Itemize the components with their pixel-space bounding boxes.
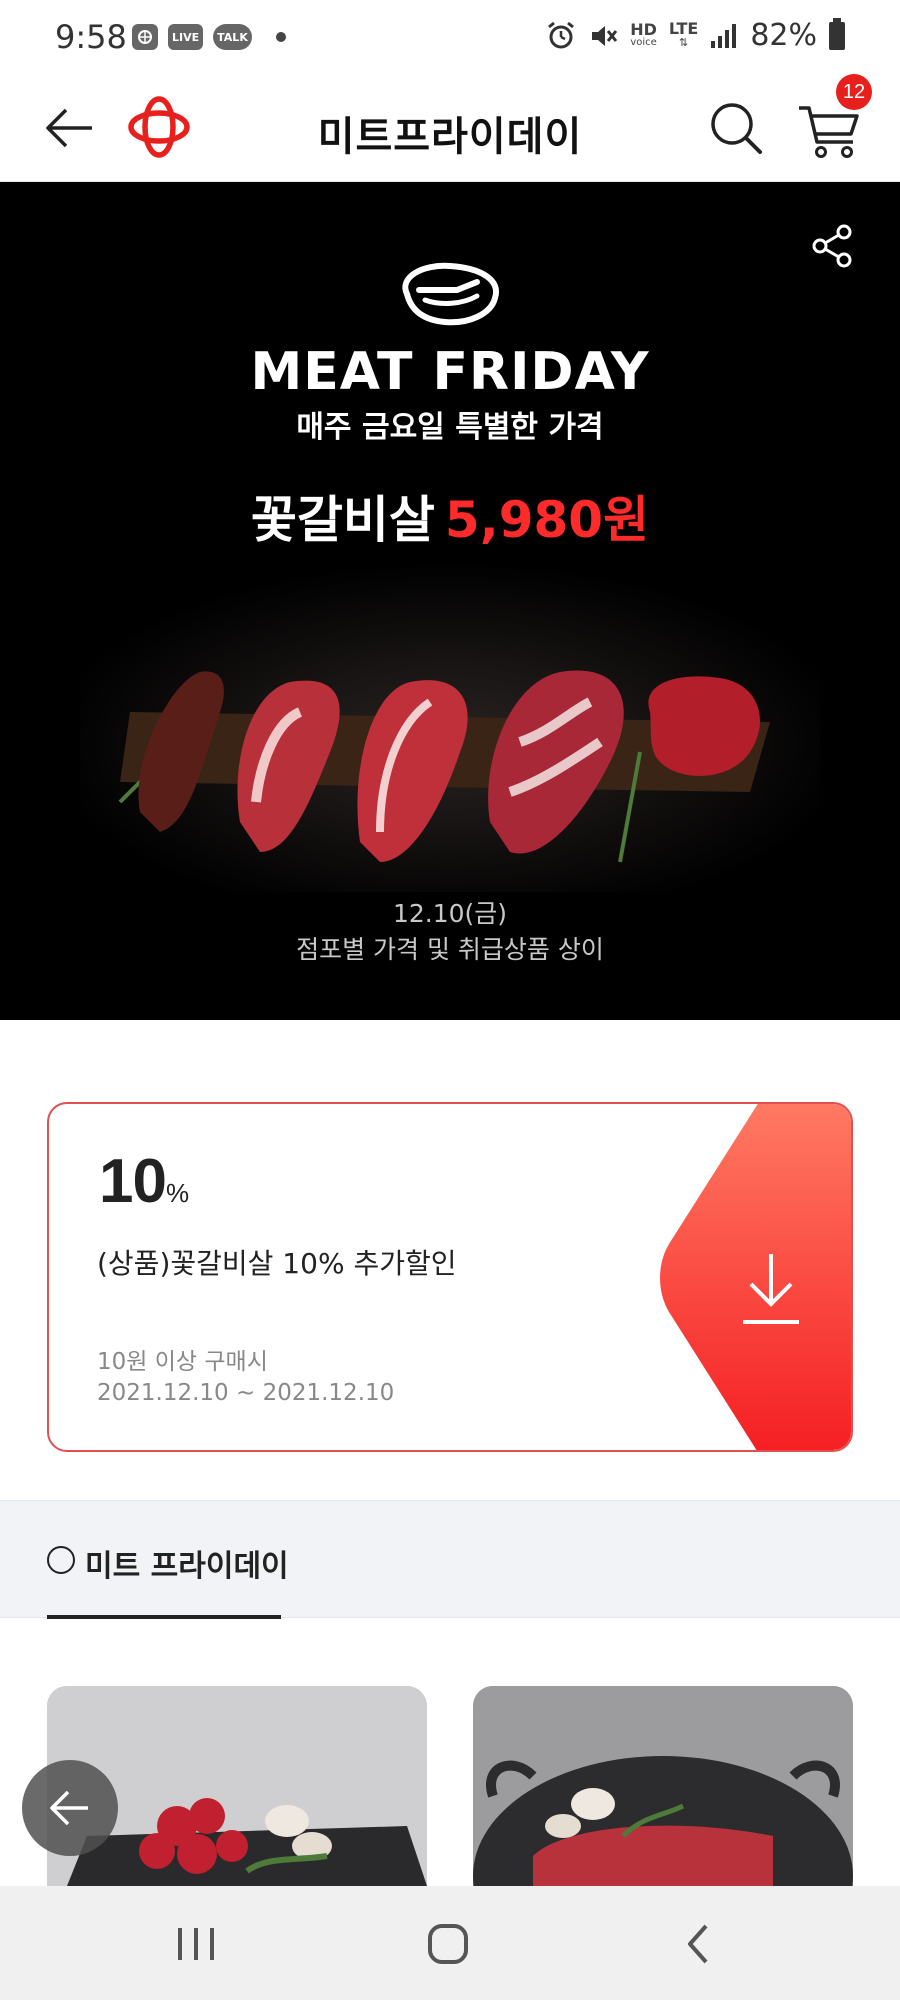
banner-note: 점포별 가격 및 취급상품 상이 (296, 935, 604, 964)
banner-subheading: 매주 금요일 특별한 가격 (296, 410, 604, 445)
share-icon (812, 224, 852, 268)
coupon-condition: 10원 이상 구매시 (97, 1349, 268, 1375)
alarm-icon (548, 21, 575, 48)
banner-product-name: 꽃갈비살 (250, 491, 435, 549)
home-icon (428, 1924, 468, 1964)
coupon-download-button[interactable] (649, 1104, 851, 1450)
more-notifications-dot (275, 32, 286, 42)
talk-icon: TALK (213, 24, 252, 50)
lte-icon: LTE ⇅ (668, 19, 699, 50)
status-bar: 9:58 LIVE TALK HD voice LTE ⇅ 82% (0, 0, 900, 76)
nav-home-button[interactable] (420, 1916, 476, 1972)
tab-label: 미트 프라이데이 (85, 1549, 289, 1584)
system-nav-bar (0, 1886, 900, 2000)
product-image (473, 1686, 853, 1886)
category-tabs: 미트 프라이데이 (0, 1500, 900, 1619)
nav-recent-apps-button[interactable] (168, 1916, 224, 1972)
share-button[interactable] (808, 222, 856, 270)
app-header: 미트프라이데이 (0, 76, 900, 182)
search-button[interactable] (706, 94, 766, 160)
banner-product-price: 5,980원 (444, 491, 650, 549)
coupon-title: (상품)꽃갈비살 10% 추가할인 (97, 1247, 457, 1280)
hd-voice-icon: HD voice (630, 20, 657, 49)
search-icon (711, 103, 762, 154)
battery-percent: 82% (750, 18, 817, 53)
coupon-period: 2021.12.10 ~ 2021.12.10 (97, 1380, 395, 1406)
signal-icon (711, 23, 737, 48)
arrow-left-icon (50, 1790, 88, 1826)
live-icon: LIVE (168, 24, 204, 50)
coupon-card[interactable]: 10% (상품)꽃갈비살 10% 추가할인 10원 이상 구매시 2021.12… (47, 1102, 853, 1452)
notification-icons: LIVE TALK (132, 24, 286, 50)
cart-count-badge: 12 (836, 74, 872, 110)
banner-price-row: 꽃갈비살 5,980원 (0, 480, 900, 552)
meat-photo (80, 562, 820, 892)
mute-icon (592, 25, 618, 46)
banner-date: 12.10(금) (392, 899, 508, 928)
banner-heading: MEAT FRIDAY (250, 342, 650, 402)
promo-banner[interactable]: MEAT FRIDAY 매주 금요일 특별한 가격 꽃갈비살 5,980원 12.… (0, 182, 900, 1020)
battery-icon (829, 17, 845, 50)
system-icons: HD voice LTE ⇅ 82% (546, 17, 845, 53)
chevron-left-icon (688, 1924, 708, 1964)
tab-active-indicator (47, 1615, 281, 1619)
circle-icon (47, 1546, 75, 1574)
coupon-discount-unit: % (165, 1178, 190, 1208)
status-time: 9:58 (55, 18, 127, 56)
nav-back-button[interactable] (672, 1916, 728, 1972)
product-card[interactable] (473, 1686, 853, 1886)
tab-meat-friday[interactable]: 미트 프라이데이 (47, 1501, 289, 1619)
recent-apps-icon (178, 1928, 214, 1960)
coupon-discount: 10% (99, 1146, 189, 1217)
steak-icon (402, 262, 500, 326)
floating-back-button[interactable] (22, 1760, 118, 1856)
screen-record-icon (132, 24, 158, 50)
download-icon (743, 1254, 799, 1324)
coupon-discount-value: 10 (99, 1147, 167, 1216)
